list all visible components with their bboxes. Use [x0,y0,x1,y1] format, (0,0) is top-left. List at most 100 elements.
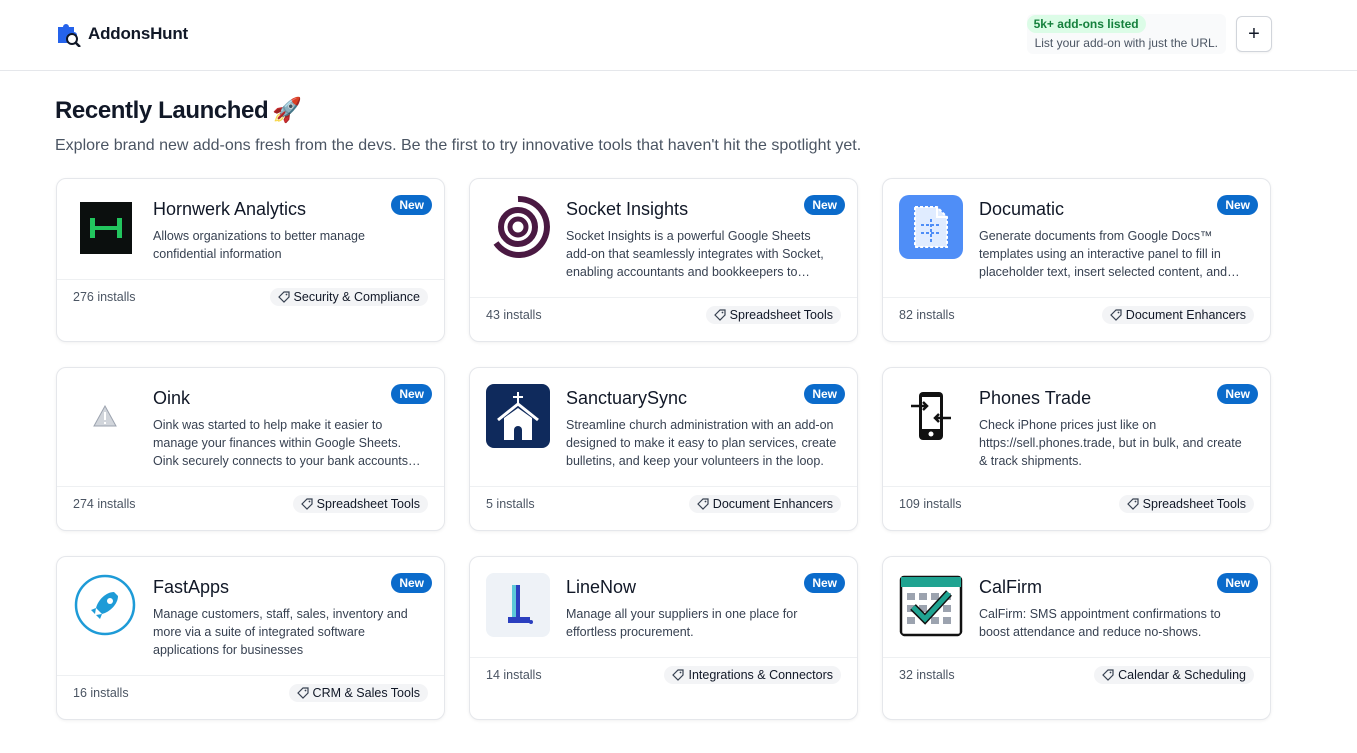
calendar-check-icon [899,575,963,637]
addon-card-oink[interactable]: Oink New Oink was started to help make i… [56,367,445,531]
tag-icon [277,291,290,303]
addon-description: Allows organizations to better manage co… [153,229,365,261]
addon-description: Oink was started to help make it easier … [153,418,408,468]
install-count: 82 installs [899,308,955,322]
rocket-icon: 🚀 [272,97,302,124]
install-count: 14 installs [486,668,542,682]
addon-name[interactable]: Documatic [979,199,1064,220]
new-badge: New [391,195,432,215]
category-label: Document Enhancers [712,497,833,511]
phones-trade-logo [899,384,963,448]
addon-name[interactable]: LineNow [566,577,636,598]
addon-name[interactable]: SanctuarySync [566,388,687,409]
addon-card-sanctuarysync[interactable]: SanctuarySync New Streamline church admi… [469,367,858,531]
category-tag[interactable]: Integrations & Connectors [664,666,841,684]
hero-section: Recently Launched 🚀 Explore brand new ad… [55,96,1285,155]
fastapps-logo [73,573,137,637]
category-tag[interactable]: Document Enhancers [1101,306,1254,324]
hornwerk-logo [80,202,132,254]
documatic-logo [899,195,963,259]
card-divider [57,486,444,487]
tag-icon [713,309,726,321]
new-badge: New [1217,384,1258,404]
addon-card-hornwerk-analytics[interactable]: Hornwerk Analytics New Allows organizati… [56,178,445,342]
sanctuarysync-logo [486,384,550,448]
category-label: Spreadsheet Tools [316,497,420,511]
category-label: Calendar & Scheduling [1118,668,1246,682]
addon-card-calfirm[interactable]: CalFirm New CalFirm: SMS appointment con… [882,556,1271,720]
addon-card-linenow[interactable]: LineNow New Manage all your suppliers in… [469,556,858,720]
add-addon-button[interactable]: + [1236,16,1272,52]
addon-description: Streamline church administration with an… [566,418,837,468]
addon-name[interactable]: Phones Trade [979,388,1091,409]
card-divider [57,279,444,280]
tag-icon [1102,669,1114,681]
card-divider [470,657,857,658]
tag-icon [1126,498,1139,510]
addon-name[interactable]: Socket Insights [566,199,688,220]
install-count: 276 installs [73,290,136,304]
category-label: Integrations & Connectors [688,668,833,682]
addon-card-phones-trade[interactable]: Phones Trade New Check iPhone prices jus… [882,367,1271,531]
tag-icon [696,498,709,510]
socket-ring-icon [493,195,550,258]
tag-icon [300,498,313,510]
addon-description: Generate documents from Google Docs™ tem… [979,229,1240,279]
document-icon [914,206,948,248]
logo-link[interactable]: AddonsHunt [55,21,188,47]
tag-icon [672,669,685,681]
page-title: Recently Launched 🚀 [55,96,1285,125]
card-divider [883,297,1270,298]
addon-description: Manage all your suppliers in one place f… [566,607,798,639]
rocket-circle-icon [74,574,136,636]
install-count: 43 installs [486,308,542,322]
socket-insights-logo [486,195,550,259]
category-tag[interactable]: Spreadsheet Tools [292,495,428,513]
linenow-l-icon [508,585,533,624]
new-badge: New [1217,573,1258,593]
new-badge: New [391,573,432,593]
new-badge: New [804,195,845,215]
card-divider [883,657,1270,658]
site-header: AddonsHunt 5k+ add-ons listed List your … [0,0,1357,71]
card-divider [470,486,857,487]
addon-name[interactable]: CalFirm [979,577,1042,598]
puzzle-search-icon [58,24,81,47]
addon-name[interactable]: Oink [153,388,190,409]
addon-description: Manage customers, staff, sales, inventor… [153,607,408,657]
category-tag[interactable]: Spreadsheet Tools [1118,495,1254,513]
linenow-logo [486,573,550,637]
install-count: 16 installs [73,686,129,700]
new-badge: New [804,384,845,404]
addon-name[interactable]: Hornwerk Analytics [153,199,306,220]
header-actions: 5k+ add-ons listed List your add-on with… [1026,14,1272,54]
addon-name[interactable]: FastApps [153,577,229,598]
tag-icon [296,687,309,699]
category-label: Spreadsheet Tools [1142,497,1246,511]
category-tag[interactable]: Calendar & Scheduling [1094,666,1254,684]
category-tag[interactable]: Security & Compliance [269,288,428,306]
addon-card-socket-insights[interactable]: Socket Insights New Socket Insights is a… [469,178,858,342]
card-divider [883,486,1270,487]
category-label: Spreadsheet Tools [729,308,833,322]
calfirm-logo [899,573,963,637]
category-tag[interactable]: Document Enhancers [688,495,841,513]
install-count: 109 installs [899,497,962,511]
addon-description: Check iPhone prices just like on https:/… [979,418,1242,468]
install-count: 274 installs [73,497,136,511]
category-label: Document Enhancers [1125,308,1246,322]
broken-image-warning-icon [93,405,117,427]
category-tag[interactable]: Spreadsheet Tools [705,306,841,324]
new-badge: New [1217,195,1258,215]
addon-card-fastapps[interactable]: FastApps New Manage customers, staff, sa… [56,556,445,720]
new-badge: New [804,573,845,593]
page-subtitle: Explore brand new add-ons fresh from the… [55,137,862,154]
category-label: Security & Compliance [293,290,420,304]
addon-description: Socket Insights is a powerful Google She… [566,229,824,279]
addon-description: CalFirm: SMS appointment confirmations t… [979,607,1221,639]
new-badge: New [391,384,432,404]
card-divider [57,675,444,676]
addon-card-documatic[interactable]: Documatic New Generate documents from Go… [882,178,1271,342]
category-tag[interactable]: CRM & Sales Tools [288,684,428,702]
listing-info: 5k+ add-ons listed List your add-on with… [1026,14,1226,54]
